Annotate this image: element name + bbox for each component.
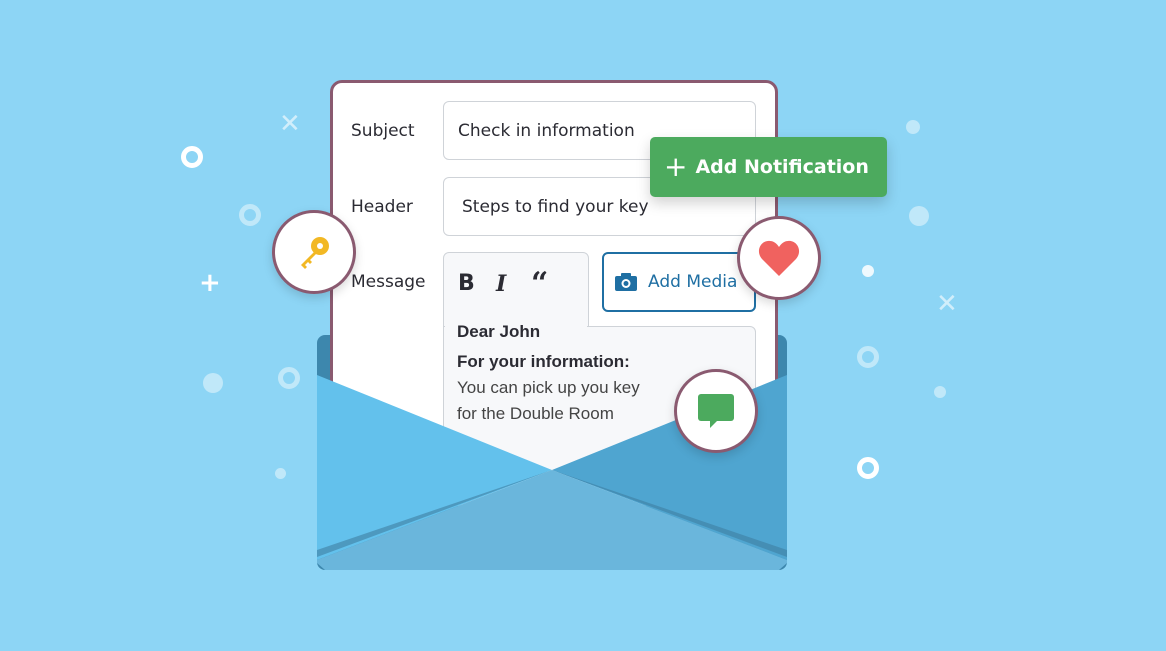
- chat-badge: [674, 369, 758, 453]
- envelope: [317, 375, 787, 570]
- key-badge: [272, 210, 356, 294]
- plus-icon: +: [664, 150, 688, 183]
- heart-icon: [758, 240, 800, 276]
- add-notification-button[interactable]: + Add Notification: [650, 137, 887, 197]
- chat-icon: [698, 394, 734, 428]
- heart-badge: [737, 216, 821, 300]
- key-icon: [301, 237, 329, 269]
- add-notification-label: Add Notification: [695, 156, 869, 178]
